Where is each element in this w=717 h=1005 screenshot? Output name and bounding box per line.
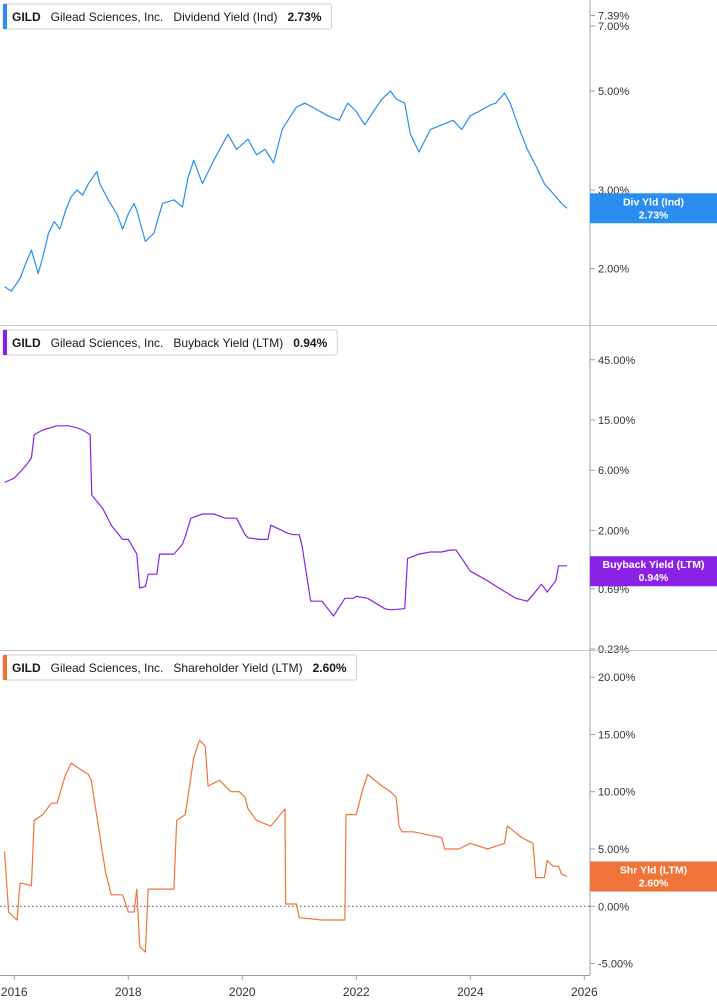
y-tick-label: 45.00% bbox=[598, 355, 636, 367]
last-value-flag: Buyback Yield (LTM)0.94% bbox=[590, 556, 717, 587]
legend: GILD Gilead Sciences, Inc. Shareholder Yie… bbox=[2, 654, 358, 681]
flag-value: 2.60% bbox=[639, 877, 669, 889]
y-tick-label: 15.00% bbox=[598, 415, 636, 427]
series-line bbox=[4, 425, 568, 617]
x-tick-label: 2016 bbox=[1, 985, 28, 999]
last-value-flag: Shr Yld (LTM)2.60% bbox=[590, 861, 717, 892]
legend-value: 2.60% bbox=[313, 661, 347, 675]
y-tick-label: 2.00% bbox=[598, 264, 629, 276]
y-tick-label: 15.00% bbox=[598, 729, 636, 741]
y-tick-label: 20.00% bbox=[598, 672, 636, 684]
chart-pane-2: 45.00%15.00%6.00%2.00%0.69%0.23%Buyback … bbox=[0, 325, 717, 656]
y-tick-label: 6.00% bbox=[598, 465, 629, 477]
series-line bbox=[4, 739, 568, 953]
y-tick-label: 7.00% bbox=[598, 21, 629, 33]
flag-value: 2.73% bbox=[639, 209, 669, 221]
x-tick-label: 2024 bbox=[457, 985, 484, 999]
legend-metric: Dividend Yield (Ind) bbox=[173, 10, 277, 24]
last-value-flag: Div Yld (Ind)2.73% bbox=[590, 193, 717, 224]
flag-label: Buyback Yield (LTM) bbox=[603, 559, 705, 571]
y-tick-label: 5.00% bbox=[598, 86, 629, 98]
x-tick-label: 2018 bbox=[115, 985, 142, 999]
x-axis: 2016 2018 2020 2022 2024 2026 bbox=[0, 975, 598, 999]
legend-color-swatch bbox=[3, 330, 7, 355]
legend: GILD Gilead Sciences, Inc. Buyback Yield (… bbox=[2, 329, 338, 356]
y-tick-label: 10.00% bbox=[598, 787, 636, 799]
y-tick-label: 0.00% bbox=[598, 901, 629, 913]
chart-pane-3: 20.00% 15.00% 10.00% 5.00% 0.00% -5.00% Shr Yl… bbox=[0, 650, 717, 971]
legend-company: Gilead Sciences, Inc. bbox=[51, 10, 164, 24]
legend-value: 0.94% bbox=[293, 336, 327, 350]
legend-company: Gilead Sciences, Inc. bbox=[51, 336, 164, 350]
x-tick-label: 2022 bbox=[343, 985, 370, 999]
series-line bbox=[4, 90, 568, 292]
legend-ticker: GILD bbox=[12, 661, 41, 675]
y-tick-label: 5.00% bbox=[598, 844, 629, 856]
flag-value: 0.94% bbox=[639, 572, 669, 584]
legend-metric: Shareholder Yield (LTM) bbox=[173, 661, 302, 675]
chart-svg: 7.39%7.00%5.00%3.00%2.00%Div Yld (Ind)2.… bbox=[0, 0, 717, 999]
legend-ticker: GILD bbox=[12, 10, 41, 24]
flag-label: Shr Yld (LTM) bbox=[620, 864, 687, 876]
legend-color-swatch bbox=[3, 4, 7, 29]
x-tick-label: 2026 bbox=[571, 985, 598, 999]
legend: GILD Gilead Sciences, Inc. Dividend Yield … bbox=[2, 3, 332, 30]
chart-pane-1: 7.39%7.00%5.00%3.00%2.00%Div Yld (Ind)2.… bbox=[2, 3, 717, 292]
legend-ticker: GILD bbox=[12, 336, 41, 350]
legend-value: 2.73% bbox=[287, 10, 321, 24]
legend-color-swatch bbox=[3, 655, 7, 680]
legend-company: Gilead Sciences, Inc. bbox=[51, 661, 164, 675]
legend-metric: Buyback Yield (LTM) bbox=[173, 336, 283, 350]
y-tick-label: -5.00% bbox=[598, 959, 633, 971]
x-tick-label: 2020 bbox=[229, 985, 256, 999]
flag-label: Div Yld (Ind) bbox=[623, 196, 684, 208]
y-tick-label: 2.00% bbox=[598, 525, 629, 537]
